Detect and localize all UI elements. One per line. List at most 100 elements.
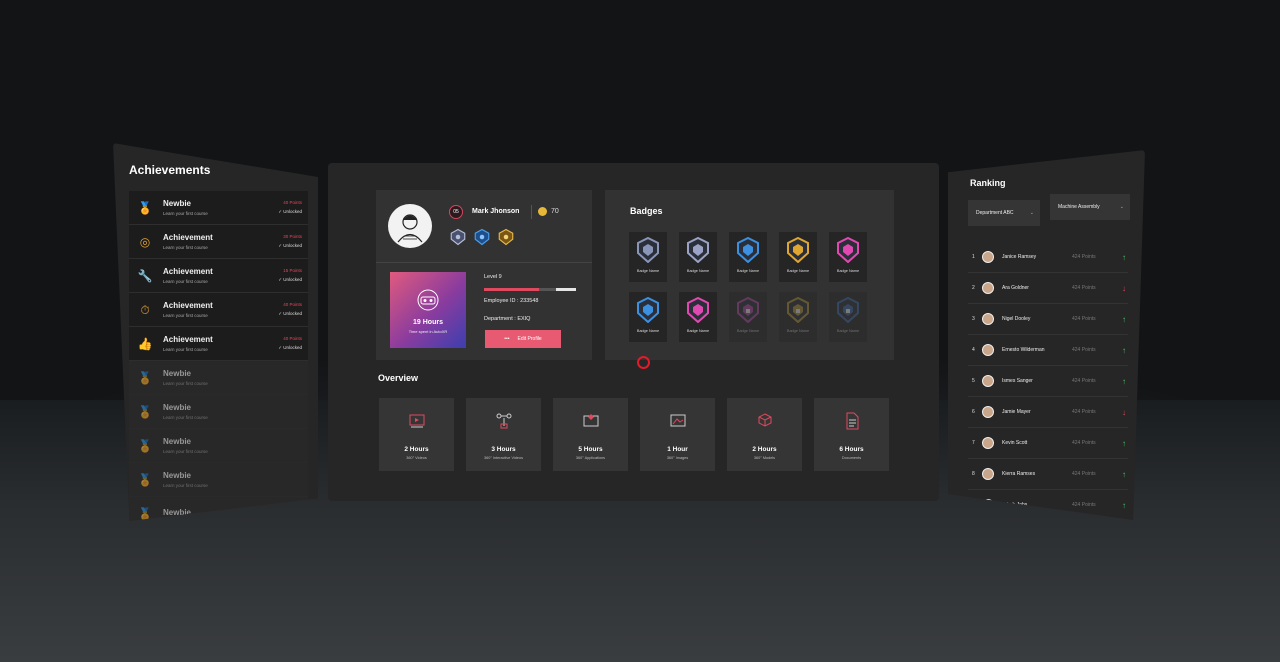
achievement-row[interactable]: 🏅 Newbie Learn your first course: [129, 463, 308, 497]
avatar: [982, 406, 994, 418]
achievement-points: 40 Points: [283, 302, 302, 307]
rank-name: Janice Ramsey: [1002, 254, 1037, 260]
achievement-row[interactable]: ◎ Achievement Learn your first course 30 Po…: [129, 225, 308, 259]
achievement-description: Learn your first course: [163, 415, 208, 420]
achievement-text: Newbie Learn your first course: [163, 403, 302, 420]
badge-tile[interactable]: Badge Name: [729, 232, 767, 282]
avatar: [982, 344, 994, 356]
badge-name: Badge Name: [786, 329, 810, 333]
achievement-status: ✓ Unlocked: [278, 277, 302, 282]
achievement-row[interactable]: 🏅 Newbie Learn your first course: [129, 395, 308, 429]
badge-name: Badge Name: [686, 269, 710, 273]
badge-tile[interactable]: Badge Name: [629, 232, 667, 282]
achievement-text: Newbie Learn your first course: [163, 437, 302, 454]
arrow-up-icon: ↑: [1122, 438, 1126, 448]
avatar[interactable]: [388, 204, 432, 248]
badge-name: Badge Name: [636, 329, 660, 333]
badge-icon: [687, 297, 709, 323]
level-progress-bar: [484, 288, 576, 291]
ranking-row[interactable]: 8 Kierra Ramses 424 Points ↑: [968, 459, 1128, 490]
coin-count: 70: [551, 208, 559, 215]
compass-icon: ◎: [139, 234, 151, 249]
ranking-row[interactable]: 1 Janice Ramsey 424 Points ↑: [968, 242, 1128, 273]
badge-tile[interactable]: Badge Name: [829, 292, 867, 342]
badge-icon: [637, 297, 659, 323]
avatar: [982, 375, 994, 387]
badge-tile[interactable]: Badge Name: [679, 292, 717, 342]
achievements-panel: Achievements 🏅 Newbie Learn your first cou…: [113, 143, 318, 521]
achievement-row[interactable]: 🏅 Newbie Learn your first course 40 Points ✓…: [129, 191, 308, 225]
badges-card: Badges Badge Name Badge Name Badge Name Bad…: [605, 190, 894, 360]
achievement-row[interactable]: 🏅 Newbie Learn your first course: [129, 361, 308, 395]
achievement-status: ✓ Unlocked: [278, 243, 302, 248]
achievement-points: 40 Points: [283, 200, 302, 205]
rank-points: 424 Points: [1072, 316, 1096, 322]
achievements-title: Achievements: [129, 163, 211, 177]
badge-icon: [637, 237, 659, 263]
overview-card[interactable]: 6 Hours Documents: [814, 398, 889, 471]
achievement-text: Achievement Learn your first course: [163, 301, 278, 318]
rank-number: 7: [972, 440, 975, 446]
arrow-up-icon: ↑: [1122, 469, 1126, 479]
ranking-row[interactable]: 7 Kevin Scott 424 Points ↑: [968, 428, 1128, 459]
badge-name: Badge Name: [636, 269, 660, 273]
rank-number: 3: [972, 316, 975, 322]
ranking-row[interactable]: 2 Ara Goldner 424 Points ↓: [968, 273, 1128, 304]
ranking-row[interactable]: 4 Ernesto Wilderman 424 Points ↑: [968, 335, 1128, 366]
achievement-points: 15 Points: [283, 268, 302, 273]
hours-caption: Time spent in AutoXR: [408, 328, 448, 334]
badge-icon: [837, 237, 859, 263]
locked-badge-icon: [737, 297, 759, 323]
profile-badges: [449, 228, 515, 246]
department: Department : EXIQ: [484, 316, 531, 322]
badge-tile[interactable]: Badge Name: [829, 232, 867, 282]
overview-title: Overview: [378, 373, 419, 383]
rank-name: Ara Goldner: [1002, 285, 1029, 291]
edit-profile-label: Edit Profile: [517, 336, 542, 342]
avatar: [982, 282, 994, 294]
achievement-status: ✓ Unlocked: [278, 311, 302, 316]
achievement-row[interactable]: 🏅 Newbie Learn your first course: [129, 429, 308, 463]
overview-value: 3 Hours: [491, 446, 516, 453]
badge-grid: Badge Name Badge Name Badge Name Badge Name…: [629, 232, 867, 342]
edit-profile-button[interactable]: ••• Edit Profile: [485, 330, 561, 348]
chevron-down-icon: ⌄: [1119, 204, 1124, 210]
overview-card[interactable]: 2 Hours 360° Videos: [379, 398, 454, 471]
achievement-row[interactable]: 👍 Achievement Learn your first course 40 Po…: [129, 327, 308, 361]
ranking-row[interactable]: 5 Ismes Sanger 424 Points ↑: [968, 366, 1128, 397]
overview-card[interactable]: 2 Hours 360° Models: [727, 398, 802, 471]
achievement-row[interactable]: ⏱ Achievement Learn your first course 40 Po…: [129, 293, 308, 327]
document-icon: [842, 411, 862, 436]
badge-tile[interactable]: Badge Name: [779, 292, 817, 342]
course-select[interactable]: Machine Assembly ⌄: [1050, 194, 1130, 220]
arrow-up-icon: ↑: [1122, 500, 1126, 510]
achievement-text: Newbie Learn your first course: [163, 369, 302, 386]
achievement-row[interactable]: 🔧 Achievement Learn your first course 15 Po…: [129, 259, 308, 293]
badge-tile[interactable]: Badge Name: [779, 232, 817, 282]
rank-points: 424 Points: [1072, 347, 1096, 353]
badge-icon: [787, 237, 809, 263]
overview-card[interactable]: 5 Hours 360° Applications: [553, 398, 628, 471]
badge-icon: [737, 237, 759, 263]
overview-card[interactable]: 3 Hours 360° Interactive Videos: [466, 398, 541, 471]
profile-name: Mark Jhonson: [472, 208, 520, 215]
badge-tile[interactable]: Badge Name: [629, 292, 667, 342]
image-icon: [668, 411, 688, 436]
rank-points: 424 Points: [1072, 409, 1096, 415]
avatar: [982, 313, 994, 325]
badge-name: Badge Name: [836, 329, 860, 333]
overview-value: 2 Hours: [752, 446, 777, 453]
ranking-row[interactable]: 3 Nigel Dooley 424 Points ↑: [968, 304, 1128, 335]
achievement-description: Learn your first course: [163, 347, 208, 352]
badge-tile[interactable]: Badge Name: [729, 292, 767, 342]
overview-card[interactable]: 1 Hour 360° Images: [640, 398, 715, 471]
silver-badge-icon: [450, 228, 466, 246]
achievement-text: Achievement Learn your first course: [163, 335, 278, 352]
achievement-description: Learn your first course: [163, 313, 208, 318]
achievement-name: Achievement: [163, 233, 213, 242]
ranking-row[interactable]: 6 Jamie Mayer 424 Points ↓: [968, 397, 1128, 428]
achievement-status: ✓ Unlocked: [278, 209, 302, 214]
badge-tile[interactable]: Badge Name: [679, 232, 717, 282]
arrow-down-icon: ↓: [1122, 283, 1126, 293]
department-select[interactable]: Department ABC ⌄: [968, 200, 1040, 226]
